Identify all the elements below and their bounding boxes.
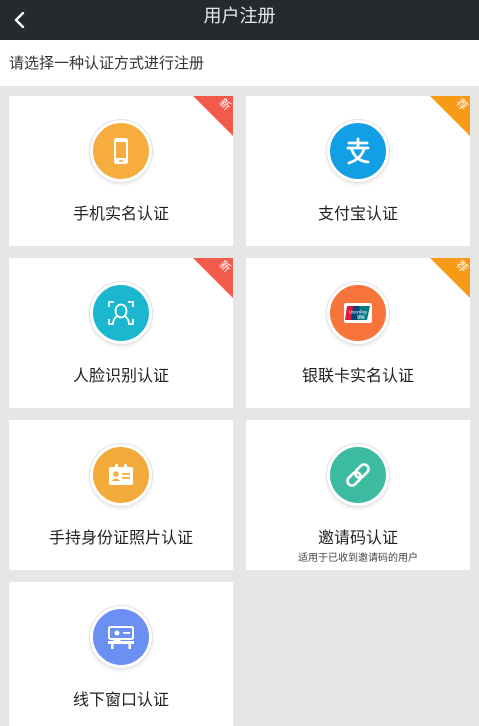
offline-counter-verification-card[interactable]: 线下窗口认证 — [9, 582, 233, 726]
card-label: 银联卡实名认证 — [301, 366, 414, 385]
phone-icon — [114, 138, 128, 164]
id-photo-verification-card[interactable]: 手持身份证照片认证 — [9, 420, 233, 570]
card-label: 线下窗口认证 — [72, 690, 169, 709]
card-label: 邀请码认证 — [317, 528, 398, 547]
alipay-icon-circle — [327, 120, 389, 182]
top-bar: 用户注册 — [0, 0, 479, 40]
card-label: 支付宝认证 — [317, 204, 398, 223]
link-icon-circle — [327, 444, 389, 506]
card-label: 手机实名认证 — [72, 204, 169, 223]
invite-code-verification-card[interactable]: 邀请码认证 适用于已收到邀请码的用户 — [246, 420, 470, 570]
unionpay-icon-circle: UnionPay 银联 — [327, 282, 389, 344]
svg-text:银联: 银联 — [357, 314, 365, 320]
recommend-badge: 荐 — [430, 258, 470, 298]
recommend-badge: 荐 — [430, 96, 470, 136]
unionpay-card-icon: UnionPay 银联 — [344, 303, 372, 323]
face-recognition-card[interactable]: 人脸识别认证 新 — [9, 258, 233, 408]
instruction-text: 请选择一种认证方式进行注册 — [0, 40, 479, 86]
alipay-verification-card[interactable]: 支付宝认证 荐 — [246, 96, 470, 246]
counter-icon-circle — [90, 606, 152, 668]
page-title: 用户注册 — [203, 6, 276, 27]
phone-verification-card[interactable]: 手机实名认证 新 — [9, 96, 233, 246]
unionpay-verification-card[interactable]: UnionPay 银联 银联卡实名认证 荐 — [246, 258, 470, 408]
card-label: 人脸识别认证 — [72, 366, 169, 385]
id-card-icon-circle — [90, 444, 152, 506]
face-icon — [108, 301, 134, 325]
chevron-left-icon — [14, 12, 25, 28]
counter-icon — [108, 626, 134, 649]
face-icon-circle — [90, 282, 152, 344]
card-label: 手持身份证照片认证 — [48, 528, 193, 547]
id-card-icon — [109, 464, 133, 485]
alipay-icon — [346, 137, 370, 165]
phone-icon-circle — [90, 120, 152, 182]
new-badge: 新 — [193, 258, 233, 298]
card-note: 适用于已收到邀请码的用户 — [298, 553, 418, 564]
new-badge: 新 — [193, 96, 233, 136]
link-icon — [346, 463, 370, 487]
back-button[interactable] — [0, 0, 40, 40]
